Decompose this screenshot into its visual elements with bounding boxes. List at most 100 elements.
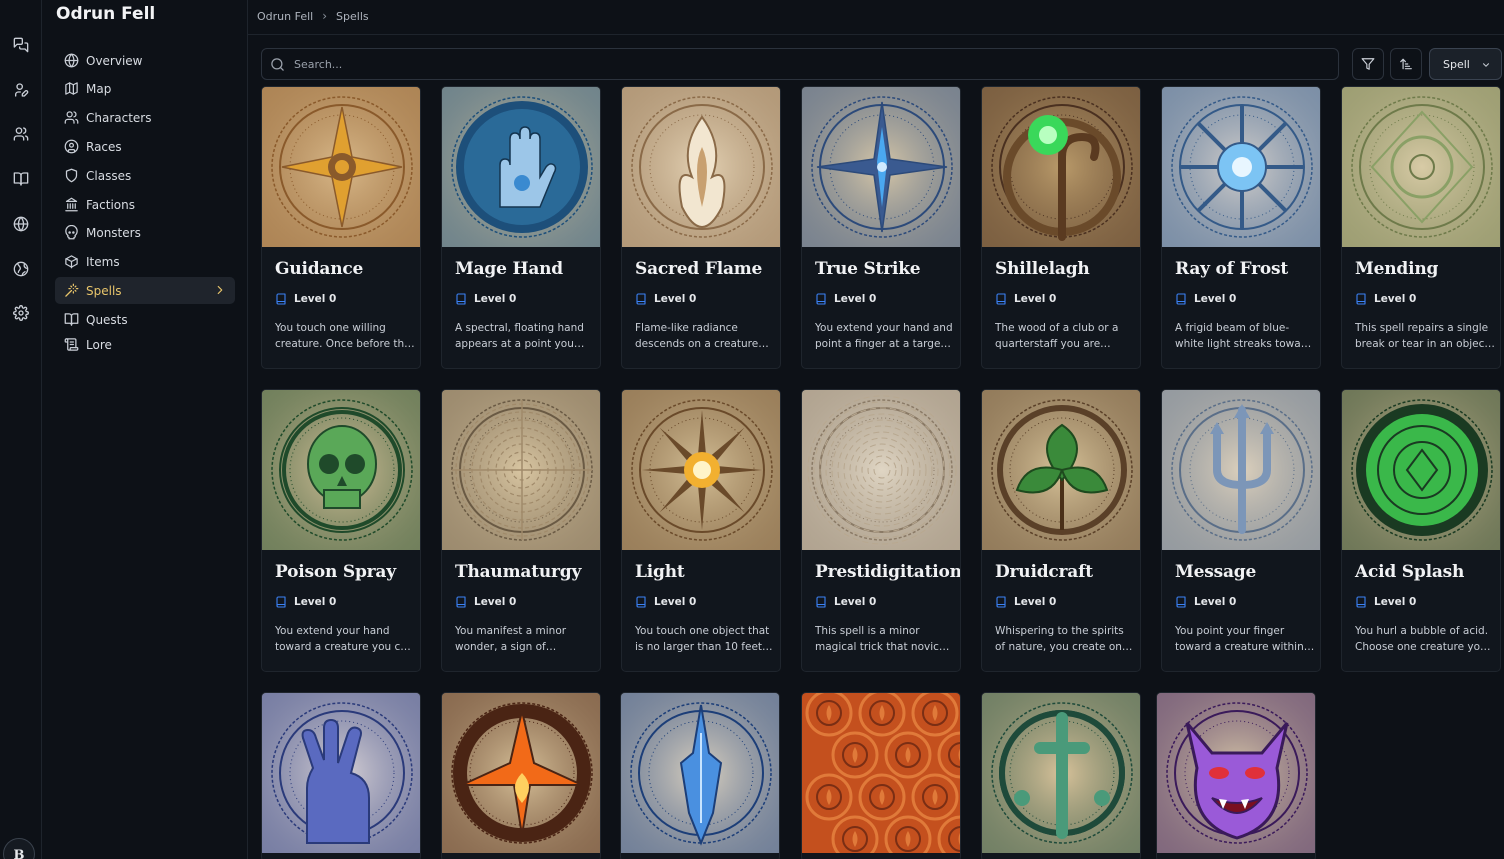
spell-name: Mending bbox=[1355, 259, 1439, 279]
globe-icon[interactable] bbox=[9, 212, 33, 236]
sidebar-item-overview[interactable]: Overview bbox=[55, 47, 235, 74]
globe-icon bbox=[63, 53, 79, 69]
filter-button[interactable] bbox=[1352, 48, 1384, 80]
spell-level-label: Level 0 bbox=[1194, 293, 1237, 305]
spell-card[interactable]: Guidance Level 0 You touch one willing c… bbox=[261, 86, 421, 369]
spell-card[interactable]: Mending Level 0 This spell repairs a sin… bbox=[1341, 86, 1501, 369]
spell-level-label: Level 0 bbox=[474, 596, 517, 608]
spell-description: Whispering to the spirits of nature, you… bbox=[995, 625, 1129, 653]
book-icon bbox=[996, 293, 1006, 305]
sidebar-item-quests[interactable]: Quests bbox=[55, 306, 235, 333]
book-open-icon bbox=[63, 312, 79, 328]
spell-art-spell-16 bbox=[621, 693, 779, 853]
search-icon bbox=[271, 57, 284, 71]
spell-level-label: Level 0 bbox=[834, 293, 877, 305]
sidebar-item-spells[interactable]: Spells bbox=[55, 277, 235, 304]
spell-level-label: Level 0 bbox=[654, 596, 697, 608]
spell-level-label: Level 0 bbox=[1374, 293, 1417, 305]
spell-card[interactable]: Mage Hand Level 0 A spectral, floating h… bbox=[441, 86, 601, 369]
spell-level: Level 0 bbox=[1175, 596, 1236, 608]
sidebar-item-label: Monsters bbox=[86, 225, 141, 240]
spell-card[interactable]: Acid Splash Level 0 You hurl a bubble of… bbox=[1341, 389, 1501, 672]
book-open-icon[interactable] bbox=[9, 167, 33, 191]
app-root: B Odrun Fell Overview Map Characters Rac… bbox=[0, 0, 1504, 859]
book-icon bbox=[276, 293, 286, 305]
sidebar-item-classes[interactable]: Classes bbox=[55, 162, 235, 189]
spell-card[interactable]: Poison Spray Level 0 You extend your han… bbox=[261, 389, 421, 672]
book-icon bbox=[816, 596, 826, 608]
spell-art-thaumaturgy bbox=[442, 390, 600, 550]
spell-card[interactable]: Druidcraft Level 0 Whispering to the spi… bbox=[981, 389, 1141, 672]
spell-art-druidcraft bbox=[982, 390, 1140, 550]
spell-card[interactable] bbox=[1156, 692, 1316, 859]
sidebar-item-items[interactable]: Items bbox=[55, 248, 235, 275]
sidebar-item-map[interactable]: Map bbox=[55, 75, 235, 102]
spell-card[interactable]: Ray of Frost Level 0 A frigid beam of bl… bbox=[1161, 86, 1321, 369]
spell-level-label: Level 0 bbox=[294, 596, 337, 608]
spell-level-label: Level 0 bbox=[1014, 293, 1057, 305]
book-icon bbox=[1176, 596, 1186, 608]
breadcrumb-root[interactable]: Odrun Fell bbox=[257, 10, 313, 23]
sidebar-item-monsters[interactable]: Monsters bbox=[55, 219, 235, 246]
spell-description: You touch one object that is no larger t… bbox=[635, 625, 775, 653]
spell-art-sacred-flame bbox=[622, 87, 780, 247]
spell-art-message bbox=[1162, 390, 1320, 550]
spell-card[interactable] bbox=[801, 692, 961, 859]
spell-level-label: Level 0 bbox=[1374, 596, 1417, 608]
spell-name: Druidcraft bbox=[995, 562, 1093, 582]
spell-description: The wood of a club or a quarterstaff you… bbox=[995, 322, 1119, 350]
spell-art-spell-15 bbox=[442, 693, 600, 853]
sidebar-item-factions[interactable]: Factions bbox=[55, 191, 235, 218]
spell-description: Flame-like radiance descends on a creatu… bbox=[635, 322, 759, 350]
spell-art-mage-hand bbox=[442, 87, 600, 247]
sidebar-item-label: Items bbox=[86, 254, 120, 269]
spell-level-label: Level 0 bbox=[474, 293, 517, 305]
scroll-icon bbox=[63, 337, 79, 353]
spell-art-spell-17 bbox=[802, 693, 960, 853]
book-icon bbox=[1176, 293, 1186, 305]
spell-card[interactable]: Message Level 0 You point your finger to… bbox=[1161, 389, 1321, 672]
spell-card[interactable]: Sacred Flame Level 0 Flame-like radiance… bbox=[621, 86, 781, 369]
spell-art-mending bbox=[1342, 87, 1500, 247]
icon-rail: B bbox=[0, 0, 42, 859]
chat-icon[interactable] bbox=[9, 33, 33, 57]
spell-card[interactable]: Shillelagh Level 0 The wood of a club or… bbox=[981, 86, 1141, 369]
spell-art-spell-14 bbox=[262, 693, 420, 853]
user-pen-icon[interactable] bbox=[9, 78, 33, 102]
search-input[interactable] bbox=[294, 57, 1194, 71]
spell-card[interactable] bbox=[620, 692, 780, 859]
spell-name: Ray of Frost bbox=[1175, 259, 1288, 279]
spell-name: Prestidigitation bbox=[815, 562, 961, 582]
sidebar-item-characters[interactable]: Characters bbox=[55, 104, 235, 131]
spell-name: Poison Spray bbox=[275, 562, 396, 582]
box-icon bbox=[63, 254, 79, 270]
sidebar-item-lore[interactable]: Lore bbox=[55, 331, 235, 358]
type-filter-select[interactable]: Spell bbox=[1429, 48, 1502, 80]
settings-icon[interactable] bbox=[9, 301, 33, 325]
landmark-icon bbox=[63, 197, 79, 213]
spell-card[interactable]: Prestidigitation Level 0 This spell is a… bbox=[801, 389, 961, 672]
spell-description: You manifest a minor wonder, a sign of s… bbox=[455, 625, 567, 653]
users-icon[interactable] bbox=[9, 122, 33, 146]
spell-level: Level 0 bbox=[455, 596, 516, 608]
sidebar-item-label: Classes bbox=[86, 168, 132, 183]
spell-description: A spectral, floating hand appears at a p… bbox=[455, 322, 584, 350]
spell-card[interactable] bbox=[981, 692, 1141, 859]
globe-alt-icon[interactable] bbox=[9, 257, 33, 281]
chevron-right-icon bbox=[217, 285, 223, 295]
spell-card[interactable]: Thaumaturgy Level 0 You manifest a minor… bbox=[441, 389, 601, 672]
spell-level: Level 0 bbox=[815, 596, 876, 608]
spell-card[interactable] bbox=[441, 692, 601, 859]
spell-level: Level 0 bbox=[635, 596, 696, 608]
spell-card[interactable] bbox=[261, 692, 421, 859]
spell-art-ray-of-frost bbox=[1162, 87, 1320, 247]
user-avatar[interactable]: B bbox=[3, 838, 35, 859]
spell-card[interactable]: True Strike Level 0 You extend your hand… bbox=[801, 86, 961, 369]
world-title: Odrun Fell bbox=[56, 4, 156, 24]
spell-card[interactable]: Light Level 0 You touch one object that … bbox=[621, 389, 781, 672]
sidebar-item-races[interactable]: Races bbox=[55, 133, 235, 160]
sort-button[interactable] bbox=[1390, 48, 1422, 80]
map-icon bbox=[63, 81, 79, 97]
spell-level-label: Level 0 bbox=[834, 596, 877, 608]
chevron-down-icon bbox=[1482, 63, 1490, 67]
